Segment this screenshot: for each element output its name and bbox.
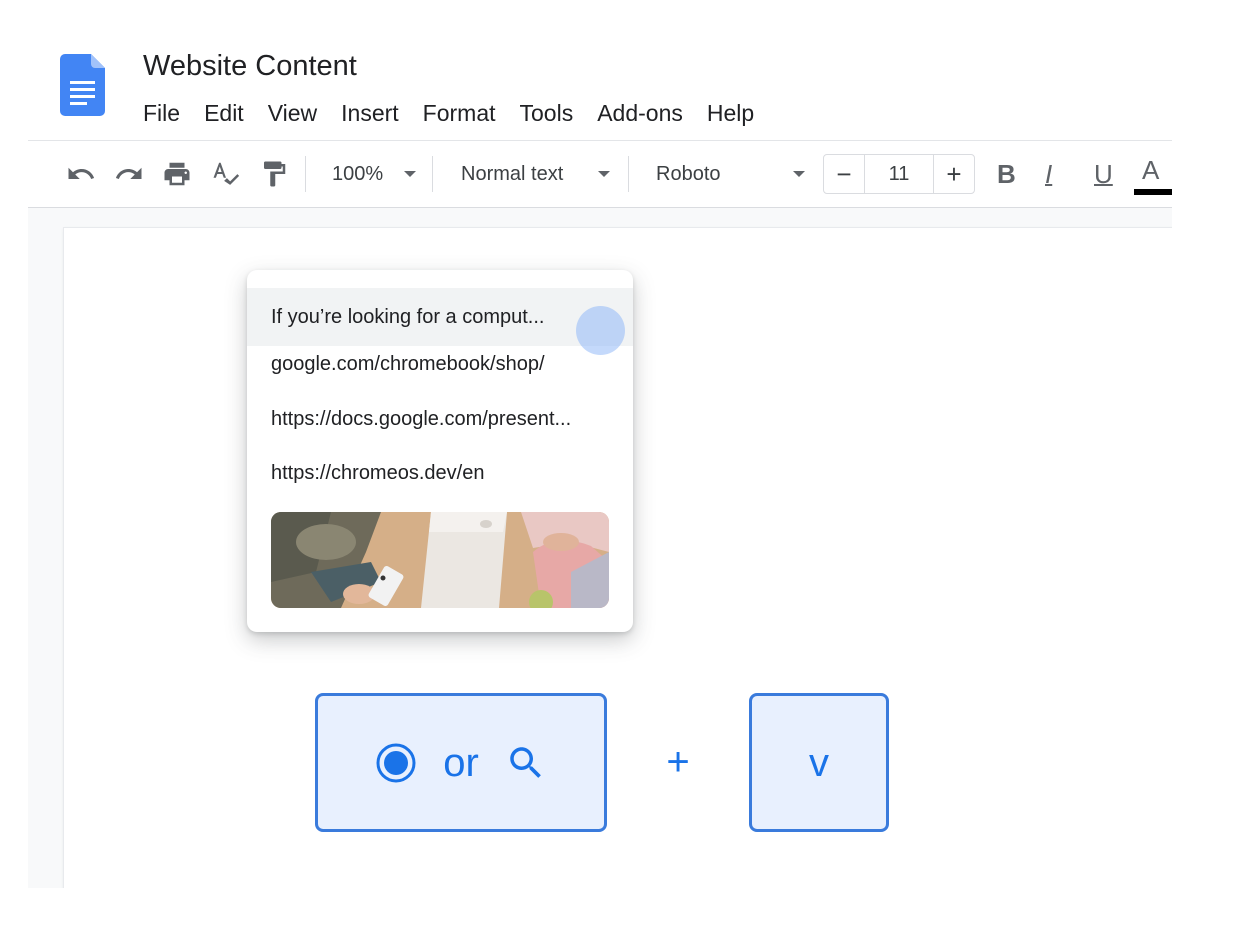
- decrease-font-size-button[interactable]: −: [823, 154, 865, 194]
- style-select[interactable]: Normal text: [461, 160, 563, 188]
- redo-button[interactable]: [113, 158, 145, 190]
- font-select[interactable]: Roboto: [656, 160, 721, 188]
- undo-icon: [68, 167, 95, 179]
- increase-font-size-button[interactable]: +: [933, 154, 975, 194]
- search-icon: [510, 746, 541, 778]
- undo-button[interactable]: [65, 158, 97, 190]
- workspace-photo-image: [271, 512, 609, 608]
- plus-sign: +: [666, 740, 690, 784]
- print-button[interactable]: [161, 158, 193, 190]
- document-title[interactable]: Website Content: [143, 47, 357, 85]
- clipboard-item-image[interactable]: [271, 512, 609, 608]
- text-color-swatch: [1134, 189, 1172, 195]
- menu-help[interactable]: Help: [695, 94, 766, 132]
- clipboard-item-link[interactable]: google.com/chromebook/shop/: [247, 338, 633, 390]
- clipboard-item-link[interactable]: https://chromeos.dev/en: [247, 447, 633, 499]
- zoom-select[interactable]: 100%: [332, 160, 383, 188]
- paint-format-button[interactable]: [258, 158, 290, 190]
- spellcheck-button[interactable]: [210, 158, 242, 190]
- zoom-caret-icon[interactable]: [404, 171, 416, 177]
- launcher-icon: [376, 743, 416, 782]
- v-key: v: [749, 693, 889, 832]
- print-icon: [164, 162, 190, 186]
- or-label: or: [443, 740, 479, 785]
- clipboard-history-menu: If you’re looking for a comput... google…: [247, 270, 633, 632]
- text-color-button[interactable]: A: [1142, 153, 1159, 187]
- launcher-or-search-key: or: [315, 693, 607, 832]
- toolbar-separator: [628, 156, 629, 192]
- toolbar: 100% Normal text Roboto − 11 + B I U A: [28, 141, 1172, 208]
- menu-tools[interactable]: Tools: [508, 94, 586, 132]
- menu-file[interactable]: File: [131, 94, 192, 132]
- menu-insert[interactable]: Insert: [329, 94, 411, 132]
- style-caret-icon[interactable]: [598, 171, 610, 177]
- redo-icon: [115, 167, 142, 179]
- menu-format[interactable]: Format: [411, 94, 508, 132]
- touch-indicator: [576, 306, 625, 355]
- google-docs-icon[interactable]: [60, 54, 105, 116]
- italic-button[interactable]: I: [1045, 157, 1052, 191]
- font-size-input[interactable]: 11: [864, 154, 934, 194]
- menu-add-ons[interactable]: Add-ons: [585, 94, 695, 132]
- toolbar-separator: [432, 156, 433, 192]
- paint-format-icon: [264, 161, 286, 187]
- spellcheck-icon: [213, 162, 240, 185]
- v-key-label: v: [809, 740, 829, 785]
- underline-button[interactable]: U: [1094, 157, 1113, 191]
- menu-view[interactable]: View: [256, 94, 329, 132]
- font-caret-icon[interactable]: [793, 171, 805, 177]
- menu-edit[interactable]: Edit: [192, 94, 256, 132]
- bold-button[interactable]: B: [997, 157, 1016, 191]
- toolbar-separator: [305, 156, 306, 192]
- menu-bar: File Edit View Insert Format Tools Add-o…: [131, 94, 766, 132]
- clipboard-item-link[interactable]: https://docs.google.com/present...: [247, 393, 633, 445]
